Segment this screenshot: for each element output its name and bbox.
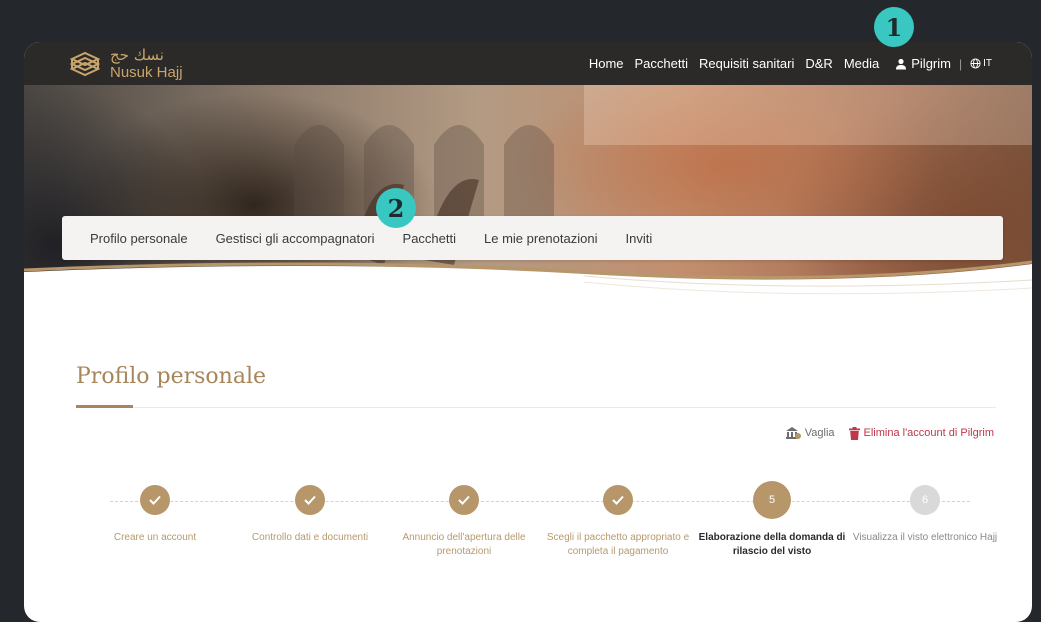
step-label: Annuncio dell'apertura delle prenotazion…: [402, 532, 526, 557]
tab-gestisci-accompagnatori[interactable]: Gestisci gli accompagnatori: [216, 231, 375, 246]
profile-subnav: Profilo personale Gestisci gli accompagn…: [62, 216, 1003, 260]
nav-dr[interactable]: D&R: [805, 56, 832, 71]
delete-account-label: Elimina l'account di Pilgrim: [863, 427, 994, 439]
nav-media[interactable]: Media: [844, 56, 879, 71]
check-icon: [449, 485, 479, 515]
step-label: Visualizza il visto elettronico Hajj: [852, 532, 998, 543]
delete-account-link[interactable]: Elimina l'account di Pilgrim: [848, 426, 994, 440]
annotation-badge-2: 2: [376, 188, 416, 228]
step-elaborazione-visto: 5 Elaborazione della domanda di rilascio…: [697, 481, 847, 559]
tab-inviti[interactable]: Inviti: [625, 231, 652, 246]
check-icon: [295, 485, 325, 515]
step-controllo-dati: Controllo dati e documenti: [235, 485, 385, 545]
tab-pacchetti[interactable]: Pacchetti: [403, 231, 456, 246]
step-label-current: Elaborazione della domanda di rilascio d…: [698, 532, 846, 557]
nav-home[interactable]: Home: [589, 56, 624, 71]
nav-separator: |: [958, 56, 963, 71]
check-icon: [140, 485, 170, 515]
app-window: نسك حج Nusuk Hajj Home Pacchetti Requisi…: [24, 42, 1032, 622]
step-number-current: 5: [753, 481, 791, 519]
step-label: Scegli il pacchetto appropriato e comple…: [546, 532, 690, 557]
kaaba-logo-icon: [69, 51, 101, 76]
annotation-badge-1: 1: [874, 7, 914, 47]
logo-name-text: Nusuk Hajj: [110, 63, 183, 81]
vaglia-link[interactable]: Vaglia: [785, 426, 835, 440]
decorative-wave: [24, 260, 1032, 324]
hero-banner: [24, 85, 1032, 324]
page-title: Profilo personale: [76, 364, 267, 389]
check-icon: [603, 485, 633, 515]
vaglia-label: Vaglia: [804, 427, 835, 439]
step-label: Controllo dati e documenti: [251, 532, 369, 543]
nav-requisiti-sanitari[interactable]: Requisiti sanitari: [699, 56, 794, 71]
nav-pacchetti[interactable]: Pacchetti: [635, 56, 688, 71]
step-scegli-pacchetto: Scegli il pacchetto appropriato e comple…: [543, 485, 693, 559]
language-code: IT: [983, 58, 992, 69]
nusuk-hajj-logo[interactable]: نسك حج Nusuk Hajj: [68, 42, 183, 85]
step-number-pending: 6: [910, 485, 940, 515]
step-creare-account: Creare un account: [80, 485, 230, 545]
user-icon: [896, 58, 907, 69]
progress-stepper: Creare un account Controllo dati e docum…: [80, 481, 1004, 622]
tab-profilo-personale[interactable]: Profilo personale: [90, 231, 188, 246]
step-visto-elettronico: 6 Visualizza il visto elettronico Hajj: [850, 485, 1000, 545]
step-annuncio-prenotazioni: Annuncio dell'apertura delle prenotazion…: [389, 485, 539, 559]
title-underline: [76, 405, 133, 408]
account-actions: Vaglia Elimina l'account di Pilgrim: [785, 426, 994, 440]
logo-arabic-text: نسك حج: [110, 45, 164, 64]
bank-icon: [785, 427, 801, 439]
step-label: Creare un account: [113, 532, 197, 543]
globe-icon: [970, 58, 981, 69]
top-navbar: نسك حج Nusuk Hajj Home Pacchetti Requisi…: [24, 42, 1032, 85]
trash-icon: [848, 426, 860, 440]
user-menu[interactable]: Pilgrim: [895, 56, 951, 71]
main-nav: Home Pacchetti Requisiti sanitari D&R Me…: [578, 42, 992, 85]
language-selector[interactable]: IT: [970, 58, 992, 69]
tab-le-mie-prenotazioni[interactable]: Le mie prenotazioni: [484, 231, 597, 246]
user-name: Pilgrim: [911, 56, 951, 71]
title-divider: [76, 407, 996, 408]
